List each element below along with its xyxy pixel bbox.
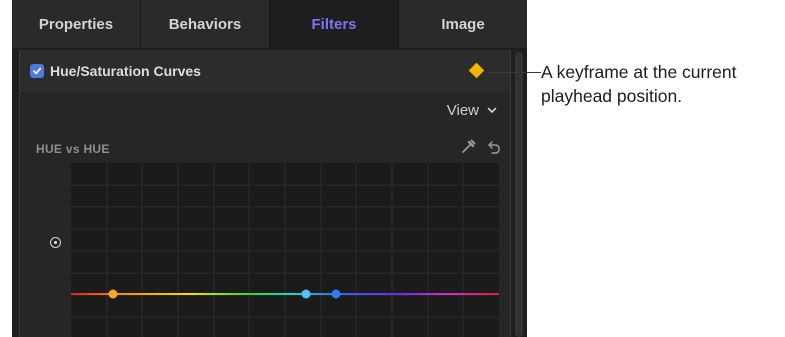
target-icon[interactable] [50, 237, 61, 248]
view-label: View [446, 102, 479, 119]
filter-panel: Hue/Saturation Curves View HUE vs HUE [19, 50, 511, 337]
view-row: View [20, 92, 510, 132]
scrollbar[interactable] [515, 52, 523, 337]
curve-point-cyan[interactable] [301, 289, 311, 299]
curve-point-orange[interactable] [108, 289, 118, 299]
inspector-tabs: Properties Behaviors Filters Image [12, 0, 527, 48]
inspector-window: Properties Behaviors Filters Image Hue/S… [12, 0, 527, 337]
curve-point-blue[interactable] [331, 289, 341, 299]
filter-name: Hue/Saturation Curves [50, 63, 201, 79]
callout-text: A keyframe at the current playhead posit… [541, 62, 737, 106]
reset-icon[interactable] [487, 139, 501, 155]
hue-curve-line [71, 293, 499, 295]
filter-header: Hue/Saturation Curves [20, 50, 510, 92]
view-dropdown[interactable]: View [447, 102, 497, 119]
hue-curve-graph[interactable] [71, 163, 499, 337]
curve-label: HUE vs HUE [36, 142, 110, 156]
target-center [54, 241, 57, 244]
grid-lines [71, 163, 499, 337]
callout-leader-line [488, 72, 541, 73]
eyedropper-icon[interactable] [460, 139, 476, 155]
checkmark-icon [33, 67, 42, 75]
chevron-down-icon [487, 107, 497, 114]
tab-properties[interactable]: Properties [12, 0, 141, 48]
curve-svg [71, 163, 499, 337]
tab-filters[interactable]: Filters [270, 0, 399, 48]
tab-behaviors[interactable]: Behaviors [141, 0, 270, 48]
tab-image[interactable]: Image [399, 0, 527, 48]
keyframe-icon[interactable] [468, 62, 485, 79]
filter-enable-checkbox[interactable] [30, 64, 44, 78]
